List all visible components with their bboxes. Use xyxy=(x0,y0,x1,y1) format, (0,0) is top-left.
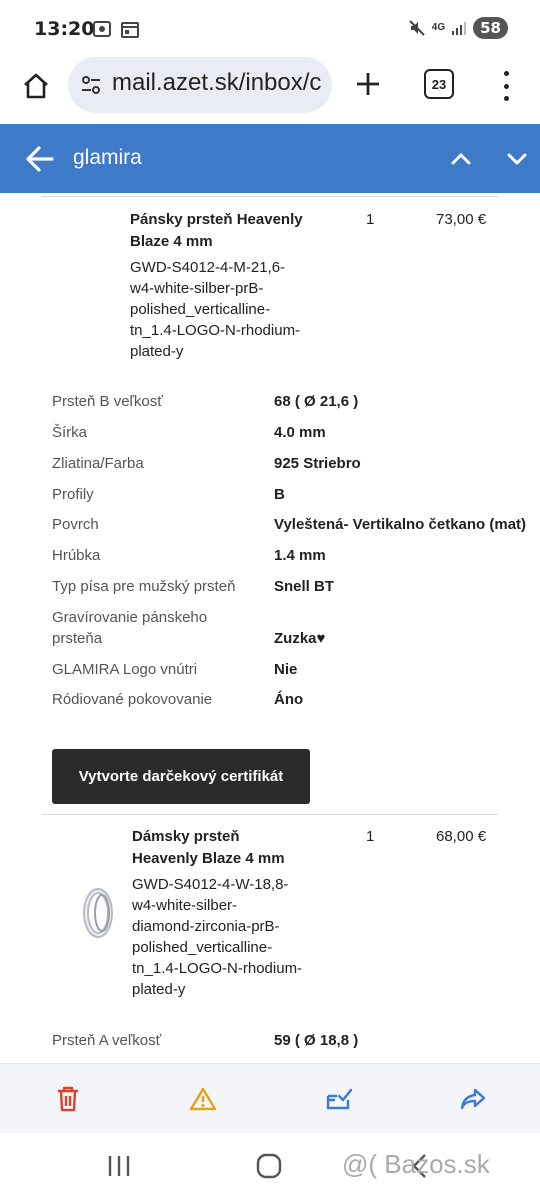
attr-value: 1.4 mm xyxy=(274,547,326,564)
attr-value: 68 ( Ø 21,6 ) xyxy=(274,393,359,410)
attr-label: Gravírovanie pánskeho prsteňa xyxy=(52,607,207,649)
move-icon xyxy=(326,1088,353,1110)
browser-menu-button[interactable] xyxy=(494,68,518,104)
warning-icon xyxy=(189,1087,217,1111)
attr-value: B xyxy=(274,486,285,503)
status-system-icons: 4G 58 xyxy=(408,17,508,39)
item-quantity: 1 xyxy=(366,828,375,845)
delete-button[interactable] xyxy=(53,1084,83,1114)
attr-label: Zliatina/Farba xyxy=(52,455,144,472)
item-quantity: 1 xyxy=(366,211,375,228)
mail-header: glamira xyxy=(0,124,540,193)
chevron-up-icon[interactable] xyxy=(448,146,474,172)
status-notification-icons xyxy=(92,19,140,39)
plus-icon xyxy=(357,73,379,95)
item-sku-line: tn_1.4-LOGO-N-rhodium- xyxy=(130,322,301,339)
ring-image xyxy=(83,888,113,938)
item-sku-line: w4-white-silber-prB- xyxy=(130,280,264,297)
report-spam-button[interactable] xyxy=(188,1084,218,1114)
home-nav-icon[interactable] xyxy=(256,1153,282,1179)
item-sku-line: GWD-S4012-4-W-18,8- xyxy=(132,876,289,893)
item-sku-line: plated-y xyxy=(130,343,184,360)
site-settings-icon[interactable] xyxy=(80,74,102,96)
attr-value: Zuzka♥ xyxy=(274,630,326,647)
order-item: Dámsky prsteň Heavenly Blaze 4 mm GWD-S4… xyxy=(42,814,498,1014)
move-to-folder-button[interactable] xyxy=(324,1084,354,1114)
attr-value: 4.0 mm xyxy=(274,424,326,441)
attr-label: Hrúbka xyxy=(52,547,101,564)
back-arrow-icon[interactable] xyxy=(24,144,56,174)
order-item: Pánsky prsteň Heavenly Blaze 4 mm GWD-S4… xyxy=(42,196,498,376)
forward-icon xyxy=(460,1088,486,1110)
chevron-down-icon[interactable] xyxy=(504,146,530,172)
item-sku-line: GWD-S4012-4-M-21,6- xyxy=(130,259,286,276)
item-sku: GWD-S4012-4-W-18,8- w4-white-silber- dia… xyxy=(132,874,342,1000)
battery-indicator: 58 xyxy=(473,17,508,39)
attr-value: Áno xyxy=(274,691,304,708)
item-name-line: Heavenly Blaze 4 mm xyxy=(132,850,285,867)
attr-label-line: Gravírovanie pánskeho xyxy=(52,609,208,626)
watermark: @( Bazos.sk xyxy=(342,1149,490,1179)
browser-toolbar: mail.azet.sk/inbox/c 23 xyxy=(0,56,540,124)
item-sku-line: tn_1.4-LOGO-N-rhodium- xyxy=(132,960,303,977)
attr-value: 59 ( Ø 18,8 ) xyxy=(274,1032,359,1049)
attr-value: Nie xyxy=(274,661,298,678)
forward-button[interactable] xyxy=(458,1084,488,1114)
trash-icon xyxy=(58,1086,78,1112)
item-sku-line: diamond-zirconia-prB- xyxy=(132,918,280,935)
attr-label: Prsteň B veľkosť xyxy=(52,393,163,410)
gift-certificate-button[interactable]: Vytvorte darčekový certifikát xyxy=(52,749,310,804)
mail-action-toolbar xyxy=(0,1063,540,1133)
item-name: Pánsky prsteň Heavenly Blaze 4 mm xyxy=(130,209,340,253)
new-tab-button[interactable] xyxy=(350,66,386,102)
network-label: 4G xyxy=(431,22,446,33)
attr-value: Snell BT xyxy=(274,578,335,595)
attr-label: Šírka xyxy=(52,424,88,441)
tab-switcher-button[interactable]: 23 xyxy=(424,69,454,99)
attr-label-line: prsteňa xyxy=(52,630,103,647)
address-bar[interactable]: mail.azet.sk/inbox/c xyxy=(68,57,332,113)
url-text: mail.azet.sk/inbox/c xyxy=(112,69,322,96)
item-name-line: Dámsky prsteň xyxy=(132,828,240,845)
screenshot-icon xyxy=(93,21,111,37)
attr-label: GLAMIRA Logo vnútri xyxy=(52,661,198,678)
system-navigation-bar: @( Bazos.sk xyxy=(0,1133,540,1200)
home-icon xyxy=(24,73,48,99)
status-bar: 13:20 4G 58 xyxy=(0,0,540,56)
item-price: 68,00 € xyxy=(436,828,487,845)
attr-value: Vyleštená- Vertikalno četkano (mat) xyxy=(274,516,527,533)
item-sku-line: polished_verticalline- xyxy=(130,301,271,318)
item-name-line: Pánsky prsteň Heavenly xyxy=(130,211,303,228)
recent-apps-icon[interactable] xyxy=(106,1154,132,1178)
signal-icon xyxy=(452,22,467,35)
item-price: 73,00 € xyxy=(436,211,487,228)
mail-body: Pánsky prsteň Heavenly Blaze 4 mm GWD-S4… xyxy=(0,193,540,1063)
item-sku-line: w4-white-silber- xyxy=(132,897,238,914)
attr-label: Profily xyxy=(52,486,94,503)
attr-label: Typ písa pre mužský prsteň xyxy=(52,578,236,595)
home-button[interactable] xyxy=(16,66,56,106)
attr-label: Povrch xyxy=(52,516,99,533)
item-name: Dámsky prsteň Heavenly Blaze 4 mm xyxy=(132,826,342,870)
item-name-line: Blaze 4 mm xyxy=(130,233,213,250)
attr-label: Ródiované pokovovanie xyxy=(52,691,213,708)
status-time: 13:20 xyxy=(34,18,95,40)
mail-subject-title: glamira xyxy=(73,146,142,169)
attr-value: 925 Striebro xyxy=(274,455,361,472)
item-sku-line: plated-y xyxy=(132,981,186,998)
item-sku-line: polished_verticalline- xyxy=(132,939,273,956)
attr-label: Prsteň A veľkosť xyxy=(52,1032,162,1049)
calendar-icon xyxy=(121,22,139,38)
item-sku: GWD-S4012-4-M-21,6- w4-white-silber-prB-… xyxy=(130,257,340,362)
mute-icon xyxy=(409,20,425,36)
